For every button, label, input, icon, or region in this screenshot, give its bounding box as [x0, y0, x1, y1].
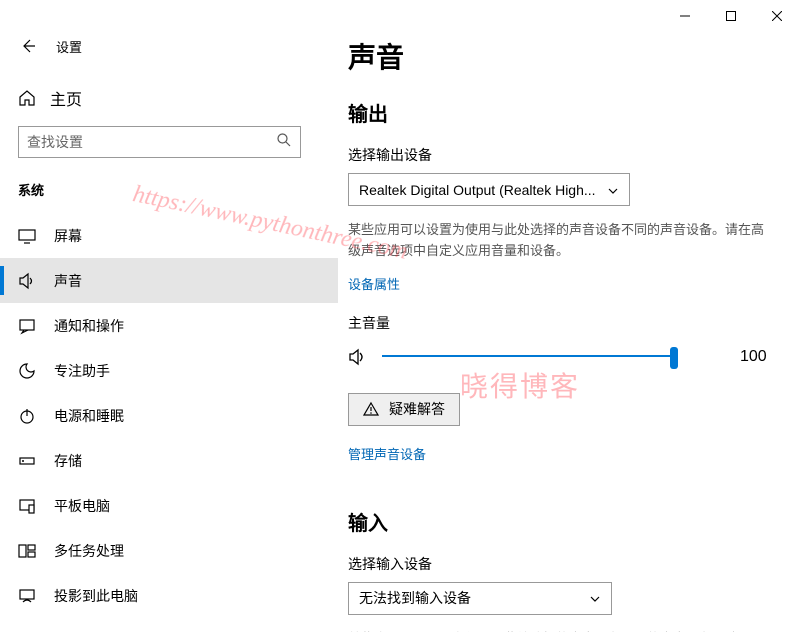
- chevron-down-icon: [607, 184, 619, 196]
- troubleshoot-button[interactable]: 疑难解答: [348, 393, 460, 426]
- search-input-wrap[interactable]: [18, 126, 301, 158]
- sidebar-item-notifications[interactable]: 通知和操作: [0, 303, 338, 348]
- input-desc: 某些应用可以设置为使用与此处选择的声音设备不同的声音设备。请: [348, 629, 768, 632]
- output-select-label: 选择输出设备: [348, 145, 772, 165]
- sidebar-item-label: 通知和操作: [54, 316, 124, 336]
- sidebar-item-projecting[interactable]: 投影到此电脑: [0, 573, 338, 618]
- close-button[interactable]: [754, 0, 800, 32]
- input-device-dropdown[interactable]: 无法找到输入设备: [348, 582, 612, 615]
- section-label: 系统: [0, 170, 338, 213]
- input-heading: 输入: [348, 507, 772, 536]
- volume-slider[interactable]: [382, 345, 678, 369]
- manage-devices-link[interactable]: 管理声音设备: [348, 444, 426, 463]
- notifications-icon: [18, 317, 36, 335]
- sidebar-item-multitask[interactable]: 多任务处理: [0, 528, 338, 573]
- home-label: 主页: [50, 86, 82, 110]
- sidebar-item-label: 专注助手: [54, 361, 110, 381]
- output-heading: 输出: [348, 98, 772, 127]
- tablet-icon: [18, 497, 36, 515]
- output-device-dropdown[interactable]: Realtek Digital Output (Realtek High...: [348, 173, 630, 206]
- output-desc: 某些应用可以设置为使用与此处选择的声音设备不同的声音设备。请在高级声音选项中自定…: [348, 220, 768, 262]
- chevron-down-icon: [589, 592, 601, 604]
- volume-icon: [348, 347, 368, 367]
- device-properties-link[interactable]: 设备属性: [348, 274, 400, 293]
- sidebar-item-power[interactable]: 电源和睡眠: [0, 393, 338, 438]
- focus-icon: [18, 362, 36, 380]
- sidebar-item-sound[interactable]: 声音: [0, 258, 338, 303]
- sidebar-item-label: 声音: [54, 271, 82, 291]
- maximize-button[interactable]: [708, 0, 754, 32]
- slider-thumb[interactable]: [670, 347, 678, 369]
- output-device-value: Realtek Digital Output (Realtek High...: [359, 182, 596, 198]
- multitask-icon: [18, 542, 36, 560]
- input-device-value: 无法找到输入设备: [359, 588, 471, 608]
- power-icon: [18, 407, 36, 425]
- slider-track: [382, 355, 678, 357]
- sound-icon: [18, 272, 36, 290]
- minimize-button[interactable]: [662, 0, 708, 32]
- search-icon: [276, 132, 292, 153]
- sidebar-item-label: 屏幕: [54, 226, 82, 246]
- back-button[interactable]: [18, 36, 38, 56]
- sidebar-item-label: 平板电脑: [54, 496, 110, 516]
- sidebar-item-label: 投影到此电脑: [54, 586, 138, 606]
- search-input[interactable]: [27, 134, 268, 150]
- sidebar-item-focus[interactable]: 专注助手: [0, 348, 338, 393]
- home-link[interactable]: 主页: [0, 70, 338, 126]
- sidebar-item-tablet[interactable]: 平板电脑: [0, 483, 338, 528]
- troubleshoot-label: 疑难解答: [389, 399, 445, 419]
- sidebar-item-label: 电源和睡眠: [54, 406, 124, 426]
- storage-icon: [18, 452, 36, 470]
- page-title: 声音: [348, 36, 772, 76]
- sidebar-item-display[interactable]: 屏幕: [0, 213, 338, 258]
- projecting-icon: [18, 587, 36, 605]
- sidebar-item-label: 多任务处理: [54, 541, 124, 561]
- warning-icon: [363, 401, 379, 417]
- sidebar-item-label: 存储: [54, 451, 82, 471]
- volume-value: 100: [740, 348, 767, 366]
- volume-label: 主音量: [348, 313, 772, 333]
- sidebar-item-storage[interactable]: 存储: [0, 438, 338, 483]
- home-icon: [18, 89, 36, 107]
- app-title: 设置: [56, 37, 82, 56]
- display-icon: [18, 227, 36, 245]
- input-select-label: 选择输入设备: [348, 554, 772, 574]
